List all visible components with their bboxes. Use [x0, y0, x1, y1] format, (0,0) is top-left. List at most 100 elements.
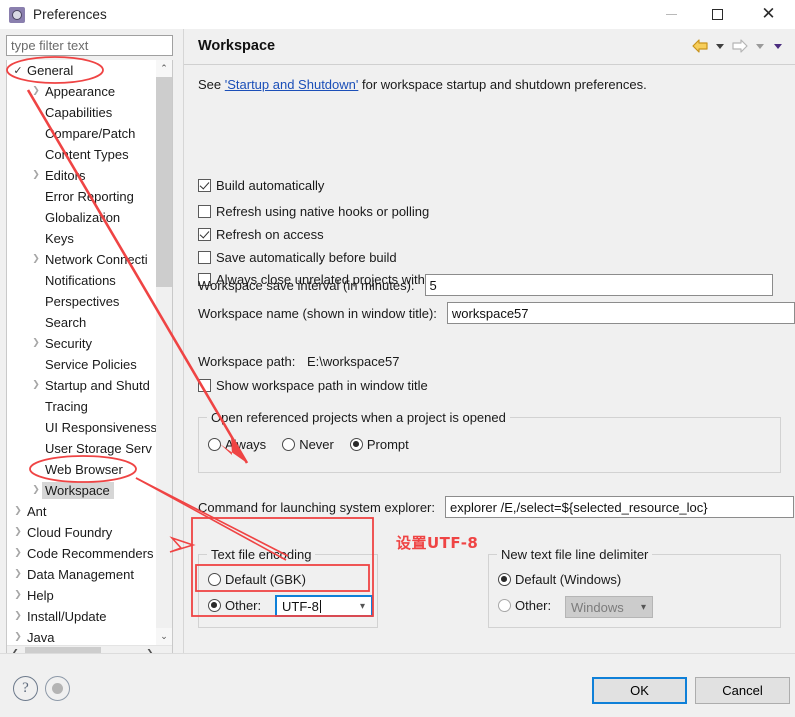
title-bar: Preferences ✕: [0, 0, 795, 29]
question-mark-icon[interactable]: ?: [13, 676, 38, 701]
checkbox-refresh-using-native-hooks-or-polling[interactable]: Refresh using native hooks or polling: [198, 204, 429, 219]
chevron-right-icon[interactable]: ❯: [29, 171, 43, 180]
save-interval-input[interactable]: [424, 274, 773, 296]
radio-button[interactable]: [498, 599, 511, 612]
delimiter-radio-default[interactable]: Default (Windows): [498, 572, 621, 587]
filter-input[interactable]: [6, 35, 173, 56]
checkbox-save-automatically-before-build[interactable]: Save automatically before build: [198, 250, 397, 265]
radio-label: Default (GBK): [225, 572, 306, 587]
sidebar-item-data-management[interactable]: ❯ Data Management: [7, 564, 157, 585]
sidebar-item-code-recommenders[interactable]: ❯ Code Recommenders: [7, 543, 157, 564]
sidebar-item-workspace[interactable]: ❯ Workspace: [7, 480, 157, 501]
radio-button[interactable]: [282, 438, 296, 451]
sidebar-item-web-browser[interactable]: Web Browser: [7, 459, 157, 480]
sidebar-item-cloud-foundry[interactable]: ❯ Cloud Foundry: [7, 522, 157, 543]
sidebar-item-appearance[interactable]: ❯ Appearance: [7, 81, 157, 102]
sidebar-item-capabilities[interactable]: Capabilities: [7, 102, 157, 123]
scroll-up-button[interactable]: ⌃: [156, 60, 172, 77]
window-title: Preferences: [33, 7, 107, 22]
sidebar-item-content-types[interactable]: Content Types: [7, 144, 157, 165]
tree-vertical-scrollbar[interactable]: ⌃ ⌄: [156, 60, 172, 645]
sidebar-item-globalization[interactable]: Globalization: [7, 207, 157, 228]
chevron-right-icon[interactable]: ❯: [11, 528, 25, 537]
chevron-right-icon[interactable]: ❯: [11, 570, 25, 579]
sidebar-item-user-storage-serv[interactable]: User Storage Serv: [7, 438, 157, 459]
sidebar-item-help[interactable]: ❯ Help: [7, 585, 157, 606]
forward-arrow-icon[interactable]: [729, 37, 751, 55]
delimiter-radio-other[interactable]: Other:: [498, 598, 551, 613]
chevron-right-icon[interactable]: ❯: [29, 87, 43, 96]
startup-shutdown-link[interactable]: 'Startup and Shutdown': [225, 77, 359, 92]
sidebar-item-security[interactable]: ❯ Security: [7, 333, 157, 354]
back-arrow-icon[interactable]: [689, 37, 711, 55]
chevron-right-icon[interactable]: ❯: [11, 591, 25, 600]
show-workspace-path-checkbox[interactable]: Show workspace path in window title: [198, 378, 428, 393]
back-history-chevron-down-icon[interactable]: [711, 37, 729, 55]
chevron-right-icon[interactable]: ❯: [29, 486, 43, 495]
radio-button[interactable]: [498, 573, 511, 586]
sidebar-item-error-reporting[interactable]: Error Reporting: [7, 186, 157, 207]
radio-never[interactable]: Never: [282, 437, 334, 452]
sidebar-item-startup-and-shutd[interactable]: ❯ Startup and Shutd: [7, 375, 157, 396]
sidebar-item-network-connecti[interactable]: ❯ Network Connecti: [7, 249, 157, 270]
sidebar-item-notifications[interactable]: Notifications: [7, 270, 157, 291]
encoding-combobox[interactable]: UTF-8 ▾: [275, 595, 373, 617]
sidebar-item-service-policies[interactable]: Service Policies: [7, 354, 157, 375]
radio-always[interactable]: Always: [208, 437, 266, 452]
workspace-name-input[interactable]: [446, 302, 795, 324]
radio-prompt[interactable]: Prompt: [349, 437, 409, 452]
sidebar-item-editors[interactable]: ❯ Editors: [7, 165, 157, 186]
chevron-right-icon[interactable]: ❯: [11, 507, 25, 516]
maximize-button[interactable]: [695, 0, 740, 29]
sidebar-item-perspectives[interactable]: Perspectives: [7, 291, 157, 312]
chevron-right-icon[interactable]: ❯: [11, 633, 25, 642]
checkbox-box[interactable]: [198, 228, 211, 241]
sidebar-item-label: Notifications: [45, 273, 116, 288]
close-button[interactable]: ✕: [746, 0, 791, 29]
chevron-down-icon[interactable]: ▾: [360, 601, 365, 612]
ok-button[interactable]: OK: [592, 677, 687, 704]
circle-icon[interactable]: [45, 676, 70, 701]
radio-button[interactable]: [208, 599, 221, 612]
sidebar-item-label: Perspectives: [45, 294, 120, 309]
cancel-button[interactable]: Cancel: [695, 677, 790, 704]
sidebar-item-tracing[interactable]: Tracing: [7, 396, 157, 417]
sidebar-item-ant[interactable]: ❯ Ant: [7, 501, 157, 522]
sidebar-item-compare-patch[interactable]: Compare/Patch: [7, 123, 157, 144]
sidebar-item-ui-responsiveness[interactable]: UI Responsiveness: [7, 417, 157, 438]
sidebar-item-java[interactable]: ❯ Java: [7, 627, 157, 645]
chevron-right-icon[interactable]: ❯: [29, 339, 43, 348]
checkbox-box[interactable]: [198, 179, 211, 192]
radio-button[interactable]: [349, 438, 363, 451]
sidebar-item-label: Help: [27, 588, 54, 603]
chevron-right-icon[interactable]: ❯: [29, 255, 43, 264]
checkbox-box[interactable]: [198, 379, 211, 392]
view-menu-chevron-down-icon[interactable]: [769, 37, 787, 55]
scroll-down-button[interactable]: ⌄: [156, 628, 172, 645]
intro-text: See 'Startup and Shutdown' for workspace…: [198, 77, 647, 92]
workspace-path-row: Workspace path: E:\workspace57: [198, 354, 399, 369]
chevron-right-icon[interactable]: ❯: [11, 612, 25, 621]
checkbox-box[interactable]: [198, 251, 211, 264]
forward-history-chevron-down-icon[interactable]: [751, 37, 769, 55]
page-content: See 'Startup and Shutdown' for workspace…: [184, 65, 795, 682]
radio-button[interactable]: [208, 438, 221, 451]
encoding-combobox-value: UTF-8: [282, 598, 319, 614]
checkbox-box[interactable]: [198, 205, 211, 218]
explorer-command-input[interactable]: [445, 496, 794, 518]
chevron-right-icon[interactable]: ❯: [29, 381, 43, 390]
checkbox-build-automatically[interactable]: Build automatically: [198, 178, 324, 193]
sidebar-item-general[interactable]: ✓ General: [7, 60, 157, 81]
radio-button[interactable]: [208, 573, 221, 586]
sidebar-item-install-update[interactable]: ❯ Install/Update: [7, 606, 157, 627]
sidebar-item-label: Security: [45, 336, 92, 351]
checkbox-label: Build automatically: [216, 178, 325, 193]
vertical-scroll-thumb[interactable]: [156, 77, 172, 287]
sidebar-item-search[interactable]: Search: [7, 312, 157, 333]
chevron-right-icon[interactable]: ❯: [11, 549, 25, 558]
encoding-radio-other[interactable]: Other:: [208, 598, 261, 613]
checkbox-refresh-on-access[interactable]: Refresh on access: [198, 227, 324, 242]
encoding-radio-default[interactable]: Default (GBK): [208, 572, 306, 587]
minimize-button[interactable]: [649, 0, 694, 29]
sidebar-item-keys[interactable]: Keys: [7, 228, 157, 249]
